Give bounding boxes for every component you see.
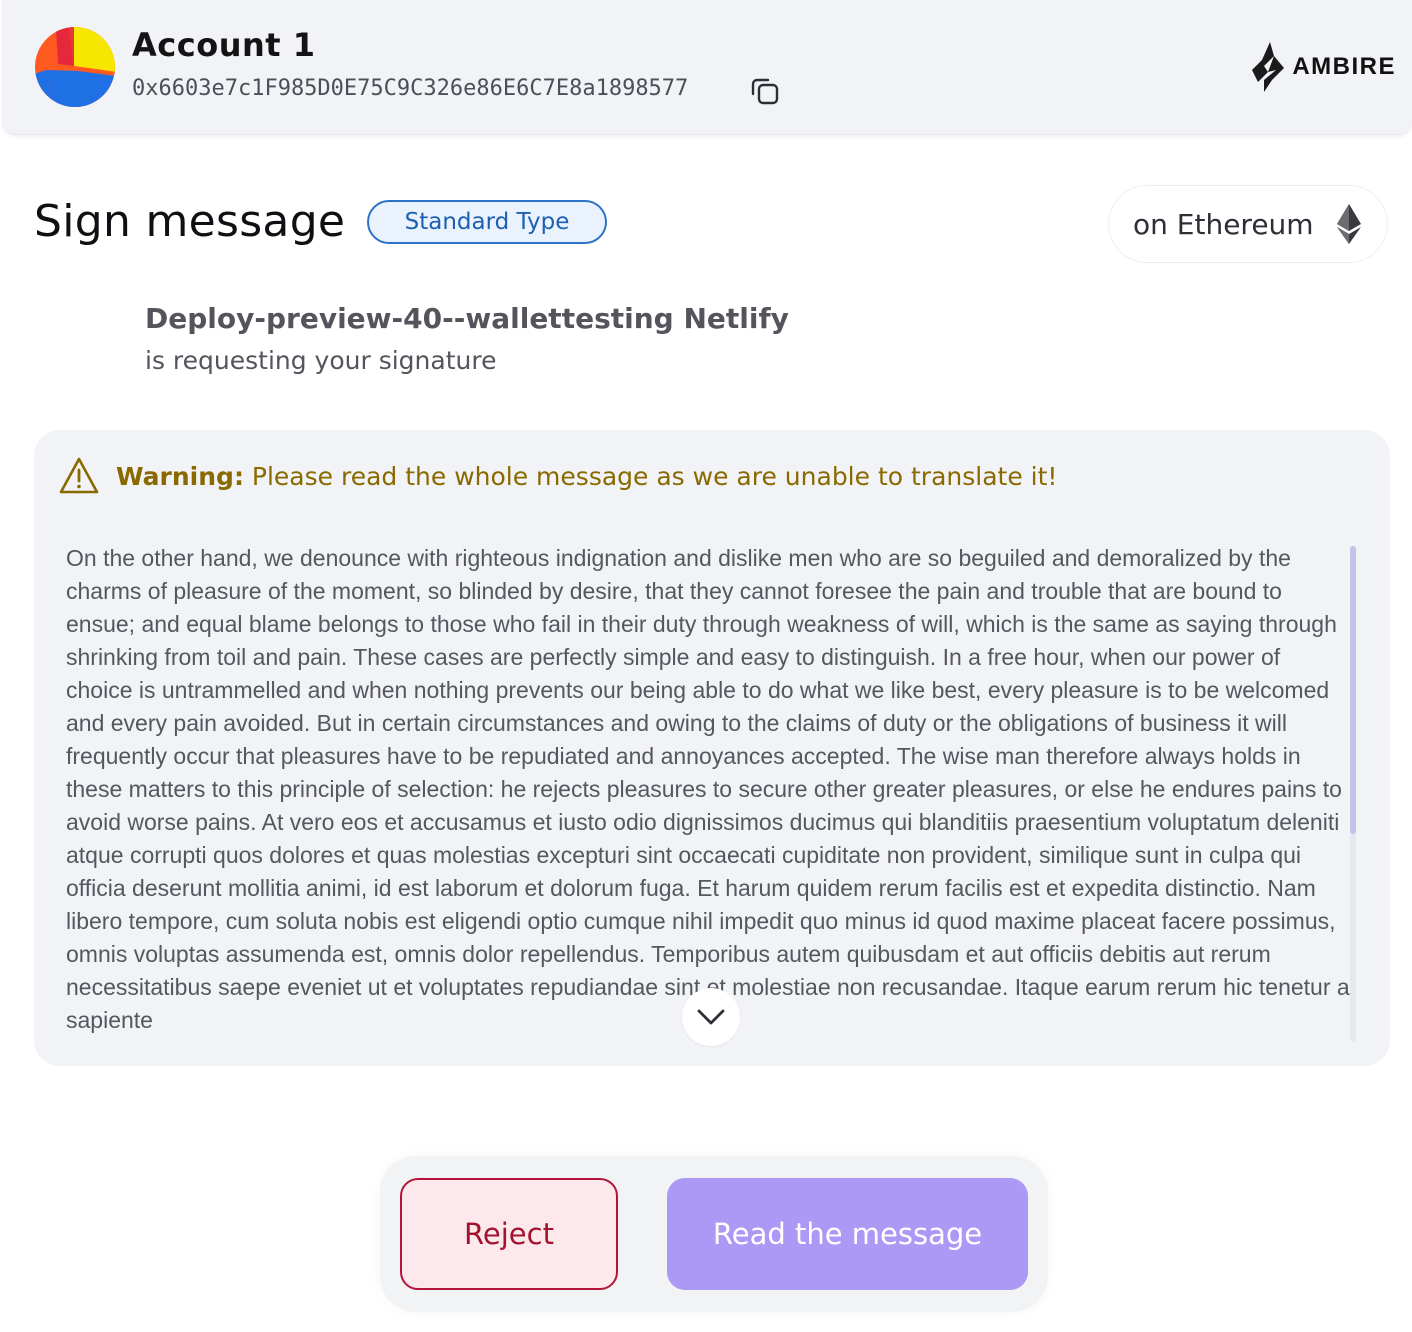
network-indicator: on Ethereum (1108, 185, 1388, 263)
warning-label: Warning: (116, 461, 244, 491)
message-body: On the other hand, we denounce with righ… (66, 545, 1350, 1033)
ethereum-icon (1336, 204, 1361, 244)
network-label: on Ethereum (1133, 207, 1314, 241)
warning-triangle-icon (59, 457, 99, 494)
warning-message: Please read the whole message as we are … (251, 461, 1058, 491)
scroll-down-button[interactable] (682, 988, 740, 1046)
account-name: Account 1 (132, 26, 316, 64)
copy-icon[interactable] (748, 74, 782, 108)
reject-button[interactable]: Reject (400, 1178, 618, 1290)
warning-banner: Warning: Please read the whole message a… (58, 456, 1057, 496)
account-address: 0x6603e7c1F985D0E75C9C326e86E6C7E8a18985… (132, 76, 689, 101)
message-panel: Warning: Please read the whole message a… (34, 430, 1390, 1066)
dapp-request-text: is requesting your signature (145, 346, 497, 375)
message-scrollbar[interactable] (1350, 546, 1356, 1042)
read-message-button[interactable]: Read the message (667, 1178, 1028, 1290)
action-bar: Reject Read the message (380, 1156, 1048, 1312)
brand-name: AMBIRE (1292, 53, 1396, 80)
type-badge: Standard Type (367, 200, 607, 244)
chevron-down-icon (697, 1009, 725, 1025)
account-avatar (35, 27, 115, 107)
account-header: Account 1 0x6603e7c1F985D0E75C9C326e86E6… (2, 0, 1412, 135)
warning-text: Warning: Please read the whole message a… (116, 462, 1057, 491)
ambire-logo-icon (1252, 42, 1285, 92)
page-title: Sign message (34, 196, 346, 247)
scrollbar-thumb[interactable] (1350, 546, 1356, 834)
dapp-name: Deploy-preview-40--wallettesting Netlify (145, 302, 789, 335)
message-scroll-area[interactable]: On the other hand, we denounce with righ… (66, 542, 1352, 1040)
brand-logo: AMBIRE (1250, 42, 1396, 92)
